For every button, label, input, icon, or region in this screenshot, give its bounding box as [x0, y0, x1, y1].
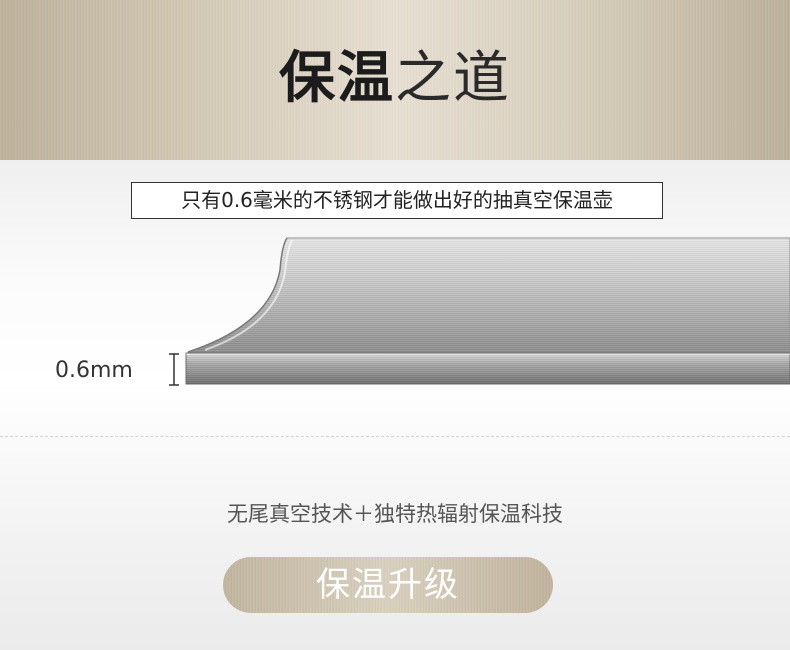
- page-title: 保温之道: [0, 44, 790, 114]
- dotted-separator: [0, 436, 790, 437]
- insulation-upgrade-badge: 保温升级: [223, 557, 553, 613]
- tech-description: 无尾真空技术＋独特热辐射保温科技: [227, 502, 563, 526]
- page-title-light: 之道: [395, 46, 511, 111]
- subtitle-box: 只有0.6毫米的不锈钢才能做出好的抽真空保温壶: [131, 182, 663, 219]
- thickness-label: 0.6mm: [55, 358, 133, 383]
- page-title-bold: 保温: [279, 46, 395, 111]
- thickness-measure-icon: [169, 353, 179, 386]
